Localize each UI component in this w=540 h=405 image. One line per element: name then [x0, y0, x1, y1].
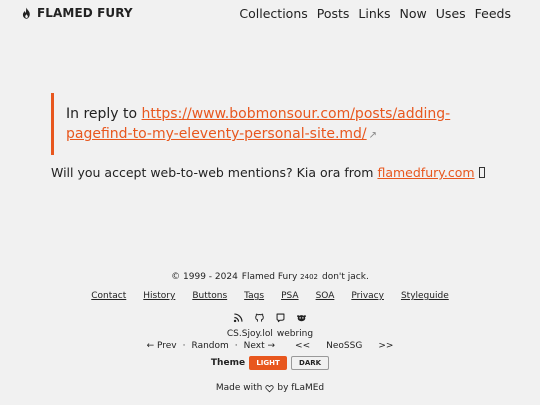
- webring-label: webring: [276, 329, 314, 339]
- separator-dot: ·: [182, 341, 186, 351]
- theme-light-button[interactable]: LIGHT: [249, 356, 288, 370]
- webring-next-link[interactable]: Next →: [244, 341, 275, 351]
- missing-glyph-icon: [478, 167, 485, 178]
- site-logo-link[interactable]: FLAMED FURY: [20, 6, 133, 20]
- webmention-note: Will you accept web-to-web mentions? Kia…: [51, 165, 485, 180]
- reddit-alien-icon[interactable]: [296, 311, 308, 323]
- reply-prefix: In reply to: [66, 106, 138, 122]
- separator-dot: ·: [234, 341, 238, 351]
- webring-site-link[interactable]: CS.Sjoy.lol: [227, 329, 273, 339]
- nav-posts[interactable]: Posts: [317, 6, 350, 21]
- theme-label: Theme: [210, 358, 246, 368]
- rss-icon[interactable]: [233, 311, 245, 323]
- copyright-line: © 1999 - 2024 Flamed Fury 2402 don't jac…: [0, 272, 540, 282]
- nav-feeds[interactable]: Feeds: [475, 6, 511, 21]
- tagline: don't jack.: [322, 272, 369, 282]
- ring-name-link[interactable]: NeoSSG: [326, 341, 362, 351]
- mastodon-icon[interactable]: [275, 311, 287, 323]
- made-by-text: by fLaMEd: [277, 383, 325, 393]
- nav-now[interactable]: Now: [400, 6, 427, 21]
- made-with-line: Made with by fLaMEd: [0, 383, 540, 393]
- footer-link-privacy[interactable]: Privacy: [351, 291, 384, 301]
- nav-uses[interactable]: Uses: [436, 6, 466, 21]
- made-with-text: Made with: [215, 383, 263, 393]
- heart-icon: [265, 384, 274, 392]
- nav-collections[interactable]: Collections: [239, 6, 307, 21]
- site-footer-link[interactable]: Flamed Fury 2402: [242, 272, 318, 282]
- flamedfury-link[interactable]: flamedfury.com: [377, 165, 474, 180]
- webring-site-line: CS.Sjoy.lol webring: [0, 329, 540, 339]
- copyright-text: © 1999 - 2024: [171, 272, 238, 282]
- webring-prev-link[interactable]: ← Prev: [147, 341, 177, 351]
- site-name: FLAMED FURY: [37, 6, 133, 20]
- theme-switcher: Theme LIGHT DARK: [0, 356, 540, 370]
- main-nav: Collections Posts Links Now Uses Feeds: [239, 6, 511, 21]
- reply-context: In reply to https://www.bobmonsour.com/p…: [51, 93, 471, 155]
- nav-links[interactable]: Links: [358, 6, 390, 21]
- flame-icon: [22, 7, 30, 19]
- ring-next-link[interactable]: >>: [378, 341, 393, 351]
- version: 2402: [300, 273, 318, 281]
- footer-links: Contact History Buttons Tags PSA SOA Pri…: [0, 291, 540, 301]
- footer-link-styleguide[interactable]: Styleguide: [401, 291, 449, 301]
- external-link-icon: ↗: [368, 130, 378, 141]
- ring-prev-link[interactable]: <<: [295, 341, 310, 351]
- footer-link-buttons[interactable]: Buttons: [192, 291, 227, 301]
- footer-link-history[interactable]: History: [143, 291, 175, 301]
- theme-dark-button[interactable]: DARK: [291, 356, 330, 370]
- footer-link-soa[interactable]: SOA: [316, 291, 335, 301]
- github-icon[interactable]: [254, 311, 266, 323]
- social-icons: [0, 311, 540, 323]
- webring-nav: ← Prev · Random · Next → << NeoSSG >>: [0, 341, 540, 351]
- footer-link-psa[interactable]: PSA: [281, 291, 298, 301]
- webring-random-link[interactable]: Random: [192, 341, 229, 351]
- site-header: FLAMED FURY Collections Posts Links Now …: [0, 0, 540, 28]
- footer-link-contact[interactable]: Contact: [91, 291, 126, 301]
- webmention-text: Will you accept web-to-web mentions? Kia…: [51, 165, 374, 180]
- footer-link-tags[interactable]: Tags: [244, 291, 264, 301]
